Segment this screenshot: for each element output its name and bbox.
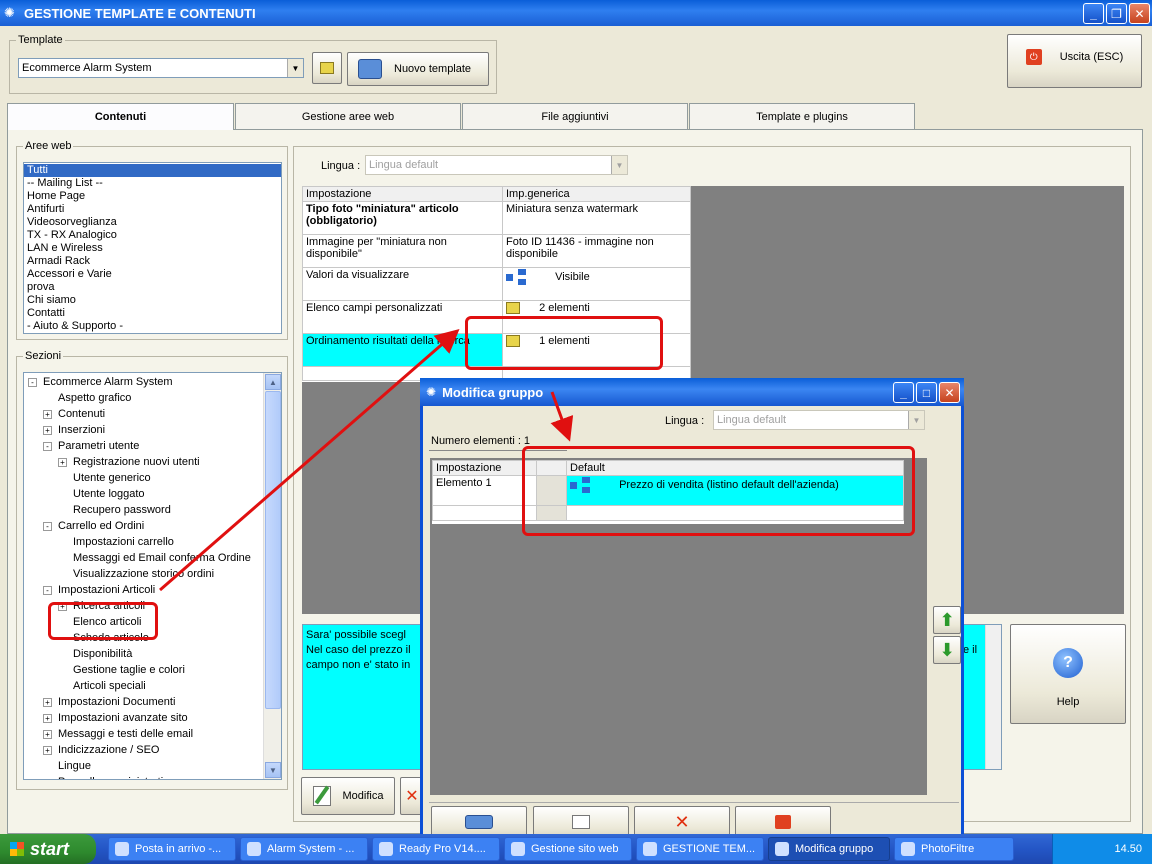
taskbar-item[interactable]: Posta in arrivo -... [108, 837, 236, 861]
annotation-arrow [550, 391, 574, 442]
taskbar-item[interactable]: GESTIONE TEM... [636, 837, 764, 861]
taskbar-item-label: Alarm System - ... [267, 843, 355, 855]
app-icon [247, 842, 261, 856]
taskbar-item-label: PhotoFiltre [921, 843, 975, 855]
taskbar: start Posta in arrivo -... Alarm System -… [0, 834, 1152, 864]
start-button[interactable]: start [0, 834, 96, 864]
windows-logo-icon [10, 842, 24, 856]
task-list: Posta in arrivo -... Alarm System - ... Re… [104, 837, 1014, 861]
taskbar-item-label: Ready Pro V14.... [399, 843, 486, 855]
taskbar-item[interactable]: Alarm System - ... [240, 837, 368, 861]
app-icon [379, 842, 393, 856]
clock: 14.50 [1114, 843, 1142, 855]
system-tray: 14.50 [1052, 834, 1152, 864]
taskbar-item[interactable]: Ready Pro V14.... [372, 837, 500, 861]
app-icon [775, 842, 789, 856]
tab-label: Contenuti [94, 111, 147, 123]
annotation-arrow [159, 329, 460, 592]
taskbar-item[interactable]: Modifica gruppo [768, 837, 890, 861]
taskbar-item-label: Modifica gruppo [795, 843, 874, 855]
taskbar-item-label: Gestione sito web [531, 843, 619, 855]
taskbar-item[interactable]: Gestione sito web [504, 837, 632, 861]
taskbar-item-label: Posta in arrivo -... [135, 843, 222, 855]
start-label: start [30, 838, 70, 859]
tab-contenuti[interactable]: Contenuti [7, 103, 234, 130]
taskbar-item-label: GESTIONE TEM... [663, 843, 756, 855]
app-icon [643, 842, 657, 856]
taskbar-item[interactable]: PhotoFiltre [894, 837, 1014, 861]
app-icon [901, 842, 915, 856]
app-icon [115, 842, 129, 856]
app-icon [511, 842, 525, 856]
